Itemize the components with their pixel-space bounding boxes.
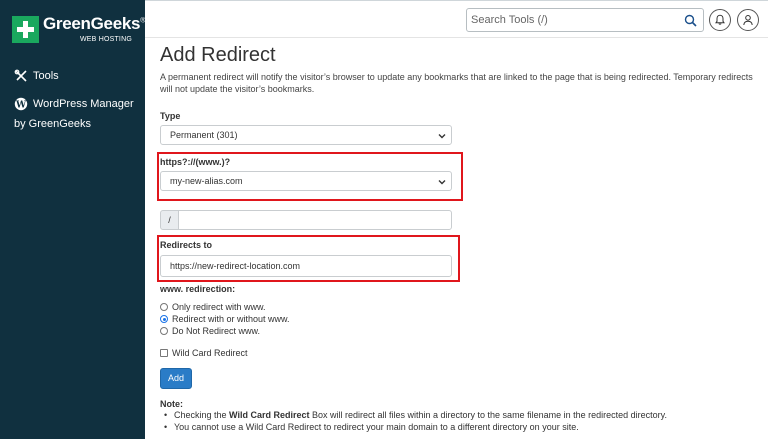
path-prefix: / [160,210,179,230]
type-select-value: Permanent (301) [170,130,238,140]
wildcard-redirect-checkbox[interactable] [160,349,168,357]
sidebar: GreenGeeks® WEB HOSTING Tools W WordPres… [0,0,145,439]
page-title: Add Redirect [160,44,276,66]
add-button[interactable]: Add [160,368,192,389]
greengeeks-logo[interactable]: GreenGeeks® WEB HOSTING [12,14,145,46]
redirects-to-input[interactable]: https://new-redirect-location.com [160,255,452,277]
logo-name: GreenGeeks [43,14,141,33]
tools-icon [14,69,27,82]
path-input[interactable] [178,210,452,230]
logo-subtitle: WEB HOSTING [80,36,132,43]
path-input-group: / [160,210,452,230]
domain-select[interactable]: my-new-alias.com [160,171,452,191]
page-description: A permanent redirect will notify the vis… [160,72,753,94]
radio-label: Do Not Redirect www. [172,326,261,336]
redirects-to-label: Redirects to [160,240,213,250]
type-label: Type [160,111,181,121]
radio-button[interactable] [160,327,168,335]
sidebar-item-label: Tools [33,70,59,82]
user-icon [743,15,753,26]
logo-plus-icon [12,16,39,43]
redirects-to-value: https://new-redirect-location.com [170,261,301,271]
search-icon[interactable] [684,14,697,27]
sidebar-item-label: WordPress Manager [33,98,134,110]
note-text: Box will redirect all files within a dir… [309,410,667,420]
svg-text:W: W [15,101,27,111]
www-redirection-label: www. redirection: [160,284,236,294]
note-text: Checking the [174,410,230,420]
notifications-button[interactable] [709,9,731,31]
sidebar-item-tools[interactable]: Tools [14,69,59,83]
bell-icon [715,14,725,25]
note-title: Note: [160,399,183,409]
note-item: Checking the Wild Card Redirect Box will… [164,410,667,420]
checkbox-label: Wild Card Redirect [172,348,248,358]
user-menu-button[interactable] [737,9,759,31]
domain-select-value: my-new-alias.com [170,176,243,186]
note-item: You cannot use a Wild Card Redirect to r… [164,422,579,432]
search-input[interactable] [471,12,671,28]
chevron-down-icon [438,134,446,139]
top-bar [145,0,768,38]
chevron-down-icon [438,180,446,185]
radio-button-selected[interactable] [160,315,168,323]
note-bold-text: Wild Card Redirect [229,410,310,420]
sidebar-item-label-line2[interactable]: by GreenGeeks [14,118,91,130]
sidebar-item-wordpress-manager[interactable]: W WordPress Manager [14,97,134,111]
search-box [466,8,704,32]
radio-button[interactable] [160,303,168,311]
type-select[interactable]: Permanent (301) [160,125,452,145]
wordpress-icon: W [14,97,28,111]
radio-label: Only redirect with www. [172,302,266,312]
radio-label: Redirect with or without www. [172,314,290,324]
domain-label: https?://(www.)? [160,157,231,167]
